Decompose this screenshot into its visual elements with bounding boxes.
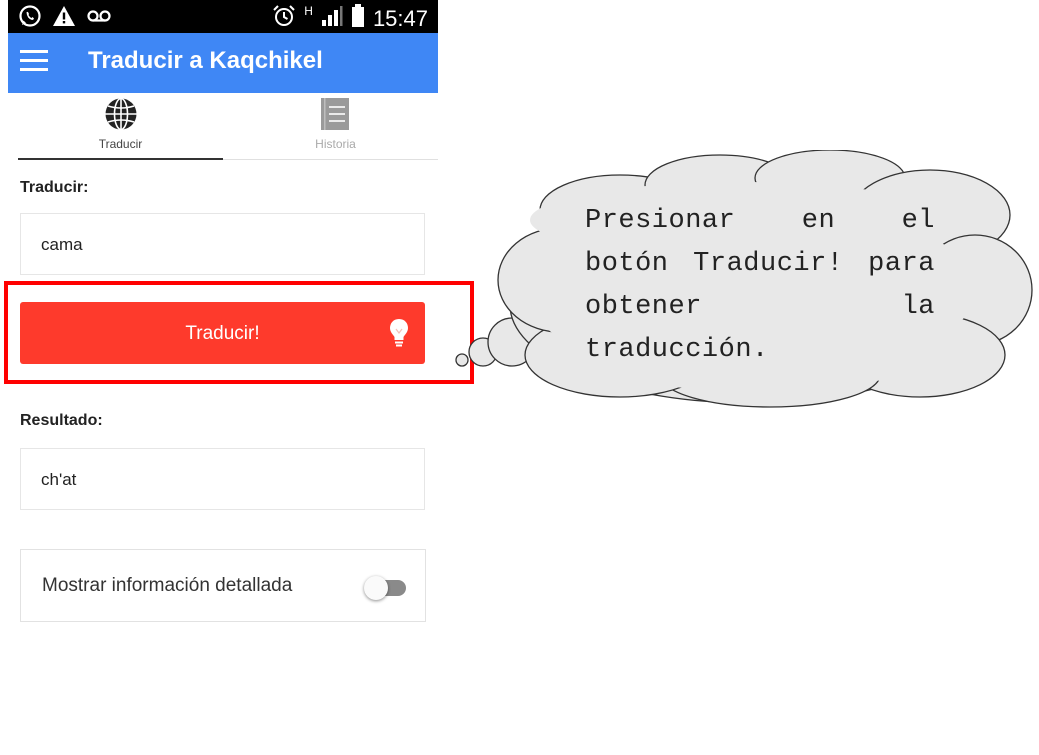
document-icon xyxy=(318,97,352,136)
globe-icon xyxy=(104,97,138,136)
tab-indicator xyxy=(18,158,223,160)
hamburger-menu-icon[interactable] xyxy=(20,50,48,76)
tab-traducir-label: Traducir xyxy=(98,137,143,151)
signal-icon xyxy=(321,5,343,33)
app-bar: Traducir a Kaqchikel xyxy=(8,33,438,93)
warning-icon xyxy=(52,5,76,32)
input-label: Traducir: xyxy=(20,179,89,196)
details-toggle-card: Mostrar información detallada xyxy=(20,549,426,622)
details-toggle-label: Mostrar información detallada xyxy=(42,575,293,596)
tab-bar: Traducir Historia xyxy=(18,93,438,160)
tab-traducir[interactable]: Traducir xyxy=(18,93,223,160)
result-value: ch'at xyxy=(41,470,77,489)
phone-screen: H 15:47 Traducir a Kaqchikel Traducir Hi… xyxy=(8,0,438,755)
app-title: Traducir a Kaqchikel xyxy=(88,47,323,74)
callout-text: Presionar en el botón Traducir! para obt… xyxy=(585,206,935,365)
translate-input-value: cama xyxy=(41,235,83,254)
translate-button-label: Traducir! xyxy=(185,323,260,344)
lightbulb-icon xyxy=(388,317,410,354)
network-type-label: H xyxy=(304,4,313,18)
tab-historia[interactable]: Historia xyxy=(233,93,438,159)
clock-time: 15:47 xyxy=(372,6,428,31)
result-label: Resultado: xyxy=(20,412,103,429)
tab-historia-label: Historia xyxy=(315,137,356,151)
translate-input[interactable]: cama xyxy=(20,213,425,275)
alarm-icon xyxy=(272,4,296,34)
thought-bubble-callout: Presionar en el botón Traducir! para obt… xyxy=(450,149,1035,410)
details-toggle-switch[interactable] xyxy=(364,576,406,600)
status-bar: H 15:47 xyxy=(8,0,438,33)
whatsapp-icon xyxy=(18,4,42,33)
battery-icon xyxy=(351,4,365,34)
translate-button[interactable]: Traducir! xyxy=(20,302,425,364)
result-field: ch'at xyxy=(20,448,425,510)
voicemail-icon xyxy=(86,9,112,28)
